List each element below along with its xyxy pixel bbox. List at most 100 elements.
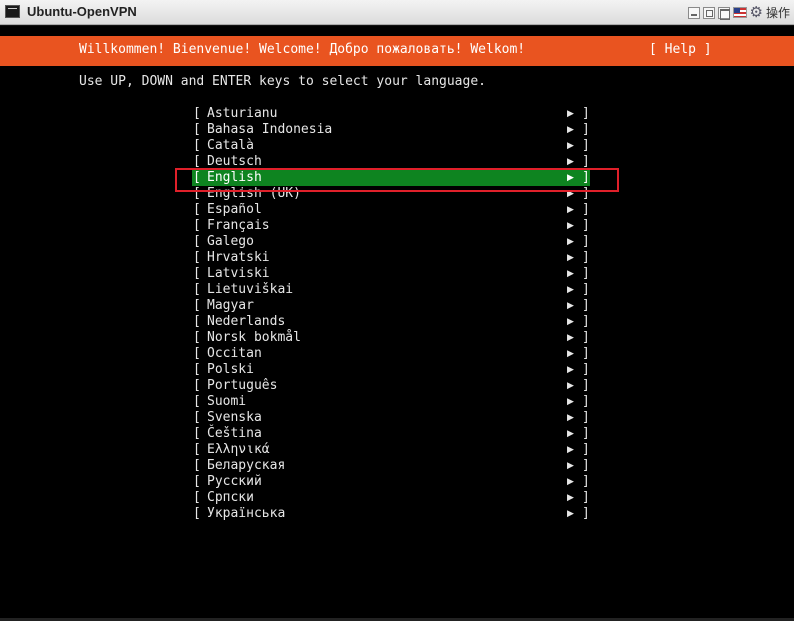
left-bracket: [ bbox=[193, 298, 201, 313]
arrow-right-icon: ▶ bbox=[567, 189, 574, 199]
language-option[interactable]: [Asturianu ▶] bbox=[192, 106, 590, 122]
welcome-banner: Willkommen! Bienvenue! Welcome! Добро по… bbox=[0, 36, 794, 66]
minimize-icon[interactable] bbox=[687, 6, 700, 19]
language-label: Ελληνικά bbox=[207, 442, 270, 457]
language-option[interactable]: [ Deutsch ▶] bbox=[192, 154, 590, 170]
language-label: Svenska bbox=[207, 410, 262, 425]
arrow-right-icon: ▶ bbox=[567, 365, 574, 375]
left-bracket: [ bbox=[193, 330, 201, 345]
language-label: Lietuviškai bbox=[207, 282, 294, 297]
window-titlebar: Ubuntu-OpenVPN ⚙ 操作 bbox=[0, 0, 794, 25]
language-option[interactable]: [Català ▶] bbox=[192, 138, 590, 154]
right-bracket: ] bbox=[582, 490, 590, 505]
arrow-right-icon: ▶ bbox=[567, 173, 574, 183]
language-option[interactable]: [Српски ▶] bbox=[192, 490, 590, 506]
language-label: Русский bbox=[207, 474, 262, 489]
right-bracket: ] bbox=[582, 154, 590, 169]
language-label: English bbox=[207, 170, 262, 185]
language-option[interactable]: [Svenska ▶] bbox=[192, 410, 590, 426]
language-label: Polski bbox=[207, 362, 254, 377]
language-label: English (UK) bbox=[207, 186, 301, 201]
right-bracket: ] bbox=[582, 218, 590, 233]
language-label: Norsk bokmål bbox=[207, 330, 301, 345]
language-option[interactable]: [English ▶] bbox=[192, 170, 590, 186]
language-option[interactable]: [English (UK) ▶] bbox=[192, 186, 590, 202]
right-bracket: ] bbox=[582, 122, 590, 137]
language-option[interactable]: [Suomi ▶] bbox=[192, 394, 590, 410]
arrow-right-icon: ▶ bbox=[567, 237, 574, 247]
terminal-app-icon bbox=[5, 5, 20, 18]
left-bracket: [ bbox=[193, 154, 201, 169]
language-option[interactable]: [Latviski ▶] bbox=[192, 266, 590, 282]
arrow-right-icon: ▶ bbox=[567, 141, 574, 151]
language-option[interactable]: [Español ▶] bbox=[192, 202, 590, 218]
language-option[interactable]: [Magyar ▶] bbox=[192, 298, 590, 314]
right-bracket: ] bbox=[582, 106, 590, 121]
help-button[interactable]: [ Help ] bbox=[649, 42, 712, 57]
left-bracket: [ bbox=[193, 474, 201, 489]
arrow-right-icon: ▶ bbox=[567, 125, 574, 135]
arrow-right-icon: ▶ bbox=[567, 349, 574, 359]
language-option[interactable]: [Hrvatski ▶] bbox=[192, 250, 590, 266]
left-bracket: [ bbox=[193, 266, 201, 281]
left-bracket: [ bbox=[193, 394, 201, 409]
left-bracket: [ bbox=[193, 202, 201, 217]
arrow-right-icon: ▶ bbox=[567, 429, 574, 439]
language-option[interactable]: [Polski ▶] bbox=[192, 362, 590, 378]
left-bracket: [ bbox=[193, 282, 201, 297]
arrow-right-icon: ▶ bbox=[567, 269, 574, 279]
arrow-right-icon: ▶ bbox=[567, 445, 574, 455]
language-option[interactable]: [Galego ▶] bbox=[192, 234, 590, 250]
left-bracket: [ bbox=[193, 122, 201, 137]
language-option[interactable]: [Português ▶] bbox=[192, 378, 590, 394]
flag-icon[interactable] bbox=[732, 7, 747, 18]
arrow-right-icon: ▶ bbox=[567, 477, 574, 487]
language-option[interactable]: [Ελληνικά ▶] bbox=[192, 442, 590, 458]
right-bracket: ] bbox=[582, 346, 590, 361]
language-option[interactable]: [Čeština ▶] bbox=[192, 426, 590, 442]
right-bracket: ] bbox=[582, 394, 590, 409]
right-bracket: ] bbox=[582, 474, 590, 489]
language-option[interactable]: [Беларуская ▶] bbox=[192, 458, 590, 474]
language-option[interactable]: [Norsk bokmål ▶] bbox=[192, 330, 590, 346]
language-list: [Asturianu ▶] [Bahasa Indonesia ▶] [Català ▶]… bbox=[192, 106, 590, 522]
left-bracket: [ bbox=[193, 506, 201, 521]
arrow-right-icon: ▶ bbox=[567, 109, 574, 119]
restore-icon[interactable] bbox=[702, 6, 715, 19]
right-bracket: ] bbox=[582, 442, 590, 457]
language-label: Magyar bbox=[207, 298, 254, 313]
language-label: Беларуская bbox=[207, 458, 286, 473]
instructions-text: Use UP, DOWN and ENTER keys to select yo… bbox=[79, 74, 486, 89]
language-option[interactable]: [ Русский ▶] bbox=[192, 474, 590, 490]
language-option[interactable]: [Українська ▶] bbox=[192, 506, 590, 522]
right-bracket: ] bbox=[582, 378, 590, 393]
right-bracket: ] bbox=[582, 282, 590, 297]
language-label: Occitan bbox=[207, 346, 262, 361]
left-bracket: [ bbox=[193, 218, 201, 233]
arrow-right-icon: ▶ bbox=[567, 301, 574, 311]
language-option[interactable]: [Lietuviškai ▶] bbox=[192, 282, 590, 298]
language-label: Українська bbox=[207, 506, 286, 521]
operate-menu[interactable]: 操作 bbox=[766, 4, 790, 21]
gear-icon[interactable]: ⚙ bbox=[750, 5, 763, 20]
language-option[interactable]: [Français ▶] bbox=[192, 218, 590, 234]
right-bracket: ] bbox=[582, 410, 590, 425]
right-bracket: ] bbox=[582, 458, 590, 473]
language-option[interactable]: [Occitan ▶] bbox=[192, 346, 590, 362]
arrow-right-icon: ▶ bbox=[567, 221, 574, 231]
language-label: Deutsch bbox=[207, 154, 262, 169]
right-bracket: ] bbox=[582, 330, 590, 345]
language-option[interactable]: [Bahasa Indonesia ▶] bbox=[192, 122, 590, 138]
language-label: Suomi bbox=[207, 394, 247, 409]
left-bracket: [ bbox=[193, 314, 201, 329]
banner-text: Willkommen! Bienvenue! Welcome! Добро по… bbox=[79, 42, 526, 57]
right-bracket: ] bbox=[582, 426, 590, 441]
maximize-icon[interactable] bbox=[717, 6, 730, 20]
language-label: Nederlands bbox=[207, 314, 286, 329]
language-label: Español bbox=[207, 202, 262, 217]
arrow-right-icon: ▶ bbox=[567, 157, 574, 167]
window-controls: ⚙ 操作 bbox=[687, 4, 790, 21]
left-bracket: [ bbox=[193, 234, 201, 249]
language-option[interactable]: [Nederlands ▶] bbox=[192, 314, 590, 330]
left-bracket: [ bbox=[193, 410, 201, 425]
